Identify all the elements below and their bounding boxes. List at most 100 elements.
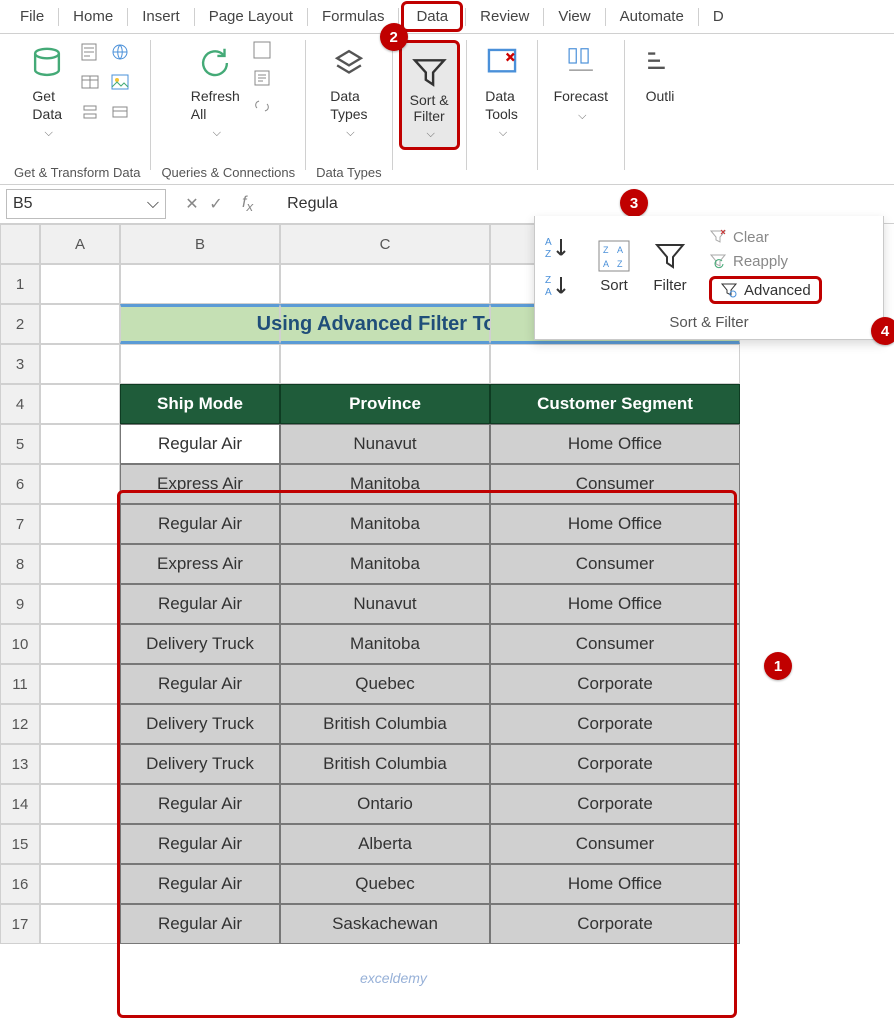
table-cell[interactable]: Alberta (280, 824, 490, 864)
chevron-down-icon[interactable]: ⌵ (147, 195, 159, 213)
queries-icon[interactable] (252, 40, 272, 60)
table-cell[interactable]: Delivery Truck (120, 704, 280, 744)
row-header[interactable]: 10 (0, 624, 40, 664)
sort-asc-icon[interactable]: AZ (545, 235, 575, 259)
reapply-button[interactable]: Reapply (709, 252, 822, 270)
row-header[interactable]: 6 (0, 464, 40, 504)
table-cell[interactable]: Delivery Truck (120, 744, 280, 784)
table-cell[interactable]: Home Office (490, 584, 740, 624)
table-cell[interactable]: Corporate (490, 704, 740, 744)
tab-home[interactable]: Home (61, 4, 125, 29)
col-header[interactable]: C (280, 224, 490, 264)
tab-insert[interactable]: Insert (130, 4, 192, 29)
row-header[interactable]: 2 (0, 304, 40, 344)
table-cell[interactable]: Corporate (490, 744, 740, 784)
table-cell[interactable]: Manitoba (280, 544, 490, 584)
table-cell[interactable]: Corporate (490, 904, 740, 944)
fx-icon[interactable]: fx (242, 194, 253, 214)
row-header[interactable]: 1 (0, 264, 40, 304)
existing-connections-icon[interactable] (108, 100, 132, 124)
table-cell[interactable]: Regular Air (120, 904, 280, 944)
table-cell[interactable]: Manitoba (280, 624, 490, 664)
row-header[interactable]: 9 (0, 584, 40, 624)
table-cell[interactable]: Delivery Truck (120, 624, 280, 664)
table-cell[interactable]: Regular Air (120, 584, 280, 624)
table-cell[interactable]: Corporate (490, 664, 740, 704)
sort-desc-icon[interactable]: ZA (545, 273, 575, 297)
table-cell[interactable]: Consumer (490, 824, 740, 864)
col-header[interactable]: A (40, 224, 120, 264)
row-header[interactable]: 15 (0, 824, 40, 864)
properties-icon[interactable] (252, 68, 272, 88)
name-box[interactable]: B5 ⌵ (6, 189, 166, 219)
tab-formulas[interactable]: Formulas (310, 4, 397, 29)
row-header[interactable]: 12 (0, 704, 40, 744)
from-picture-icon[interactable] (108, 70, 132, 94)
from-web-icon[interactable] (108, 40, 132, 64)
tab-file[interactable]: File (8, 4, 56, 29)
table-header[interactable]: Customer Segment (490, 384, 740, 424)
row-header[interactable]: 7 (0, 504, 40, 544)
advanced-filter-button[interactable]: Advanced (709, 276, 822, 304)
row-header[interactable]: 11 (0, 664, 40, 704)
table-cell[interactable]: Nunavut (280, 424, 490, 464)
table-cell[interactable]: Regular Air (120, 424, 280, 464)
table-cell[interactable]: Manitoba (280, 464, 490, 504)
select-all-corner[interactable] (0, 224, 40, 264)
table-cell[interactable]: Regular Air (120, 864, 280, 904)
table-cell[interactable]: British Columbia (280, 704, 490, 744)
table-cell[interactable]: Nunavut (280, 584, 490, 624)
table-cell[interactable]: Regular Air (120, 784, 280, 824)
formula-value[interactable]: Regula (287, 195, 338, 213)
table-cell[interactable]: Consumer (490, 544, 740, 584)
forecast-button[interactable]: Forecast (548, 40, 614, 127)
refresh-all-button[interactable]: Refresh All (185, 40, 246, 145)
table-header[interactable]: Ship Mode (120, 384, 280, 424)
row-header[interactable]: 4 (0, 384, 40, 424)
table-cell[interactable]: Regular Air (120, 824, 280, 864)
table-cell[interactable]: Quebec (280, 664, 490, 704)
table-cell[interactable]: Regular Air (120, 664, 280, 704)
table-cell[interactable]: Home Office (490, 504, 740, 544)
row-header[interactable]: 13 (0, 744, 40, 784)
col-header[interactable]: B (120, 224, 280, 264)
tab-automate[interactable]: Automate (608, 4, 696, 29)
row-header[interactable]: 16 (0, 864, 40, 904)
table-cell[interactable]: Express Air (120, 544, 280, 584)
table-header[interactable]: Province (280, 384, 490, 424)
sheet-title[interactable]: Using Advanced Filter Tool (280, 304, 490, 344)
data-tools-button[interactable]: Data Tools (477, 40, 527, 145)
row-header[interactable]: 14 (0, 784, 40, 824)
row-header[interactable]: 17 (0, 904, 40, 944)
table-cell[interactable]: Quebec (280, 864, 490, 904)
cancel-formula-icon[interactable]: ✕ (180, 192, 204, 216)
from-text-icon[interactable] (78, 40, 102, 64)
table-cell[interactable]: Ontario (280, 784, 490, 824)
table-cell[interactable]: Corporate (490, 784, 740, 824)
enter-formula-icon[interactable]: ✓ (204, 192, 228, 216)
filter-button[interactable]: Filter (653, 239, 687, 294)
row-header[interactable]: 3 (0, 344, 40, 384)
table-cell[interactable]: British Columbia (280, 744, 490, 784)
from-table-icon[interactable] (78, 70, 102, 94)
table-cell[interactable]: Manitoba (280, 504, 490, 544)
edit-links-icon[interactable] (252, 96, 272, 116)
table-cell[interactable]: Consumer (490, 624, 740, 664)
tab-data[interactable]: Data (401, 1, 463, 32)
table-cell[interactable]: Saskachewan (280, 904, 490, 944)
tab-page-layout[interactable]: Page Layout (197, 4, 305, 29)
outline-button[interactable]: Outli (635, 40, 685, 110)
data-types-button[interactable]: Data Types (324, 40, 374, 145)
table-cell[interactable]: Consumer (490, 464, 740, 504)
table-cell[interactable]: Regular Air (120, 504, 280, 544)
sort-button[interactable]: ZAAZ Sort (597, 239, 631, 294)
clear-filter-button[interactable]: Clear (709, 228, 822, 246)
tab-view[interactable]: View (546, 4, 602, 29)
row-header[interactable]: 8 (0, 544, 40, 584)
tab-review[interactable]: Review (468, 4, 541, 29)
tab-cut[interactable]: D (701, 4, 736, 29)
row-header[interactable]: 5 (0, 424, 40, 464)
recent-sources-icon[interactable] (78, 100, 102, 124)
table-cell[interactable]: Home Office (490, 864, 740, 904)
get-data-button[interactable]: Get Data (22, 40, 72, 145)
